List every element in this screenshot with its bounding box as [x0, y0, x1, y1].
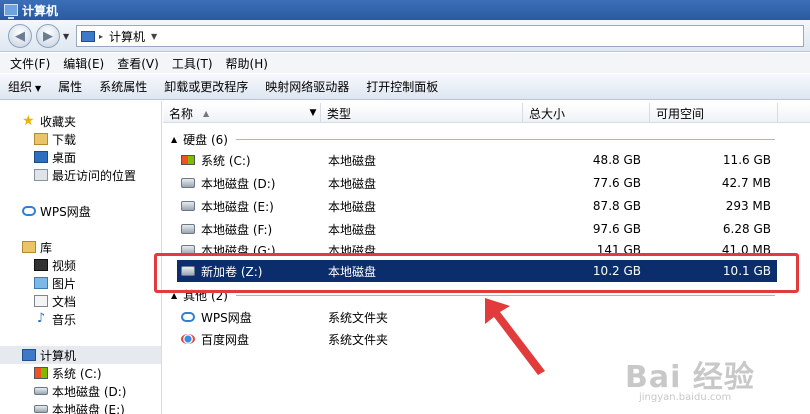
menu-bar: 文件(F) 编辑(E) 查看(V) 工具(T) 帮助(H)	[0, 53, 810, 73]
picture-icon	[34, 277, 48, 289]
uninstall-program-button[interactable]: 卸载或更改程序	[164, 78, 248, 95]
hard-drive-icon	[34, 405, 48, 413]
open-control-panel-button[interactable]: 打开控制面板	[366, 78, 438, 95]
menu-help[interactable]: 帮助(H)	[226, 55, 268, 72]
nav-computer[interactable]: 计算机	[0, 346, 161, 364]
cloud-icon	[181, 312, 195, 322]
menu-tools[interactable]: 工具(T)	[172, 55, 213, 72]
nav-libraries[interactable]: 库	[22, 238, 52, 256]
breadcrumb-dropdown-icon[interactable]: ▼	[151, 32, 157, 41]
drive-row-selected[interactable]: 新加卷 (Z:) 本地磁盘 10.2 GB 10.1 GB	[177, 260, 777, 282]
organize-button[interactable]: 组织 ▼	[8, 78, 41, 95]
drive-row[interactable]: 本地磁盘 (G:) 本地磁盘 141 GB 41.0 MB	[177, 239, 777, 255]
breadcrumb-computer[interactable]: 计算机	[109, 28, 145, 45]
drive-row[interactable]: 本地磁盘 (E:) 本地磁盘 87.8 GB 293 MB	[177, 195, 777, 217]
menu-view[interactable]: 查看(V)	[117, 55, 159, 72]
title-bar: 计算机	[0, 0, 810, 20]
column-free-space[interactable]: 可用空间	[650, 103, 778, 123]
drive-row[interactable]: 系统 (C:) 本地磁盘 48.8 GB 11.6 GB	[177, 149, 777, 171]
collapse-icon: ▲	[171, 134, 178, 144]
map-network-drive-button[interactable]: 映射网络驱动器	[265, 78, 349, 95]
properties-button[interactable]: 属性	[58, 78, 82, 95]
hard-drive-icon	[181, 178, 195, 188]
nav-drive-c[interactable]: 系统 (C:)	[34, 364, 102, 382]
computer-icon	[4, 4, 18, 19]
nav-drive-e[interactable]: 本地磁盘 (E:)	[34, 400, 125, 414]
window-title: 计算机	[22, 3, 59, 18]
download-folder-icon	[34, 133, 48, 145]
address-field[interactable]: ▸ 计算机 ▼	[76, 25, 804, 47]
other-row[interactable]: 百度网盘 系统文件夹	[177, 328, 777, 350]
nav-recent-places[interactable]: 最近访问的位置	[34, 166, 136, 184]
music-icon: ♪	[36, 311, 46, 326]
column-type[interactable]: 类型	[321, 103, 523, 123]
column-filter-dropdown-icon[interactable]: ▼	[306, 103, 320, 123]
hard-drive-icon	[181, 245, 195, 255]
hard-drive-icon	[34, 387, 48, 395]
sort-up-icon: ▲	[203, 108, 210, 118]
breadcrumb-separator-icon[interactable]: ▸	[99, 32, 103, 41]
nav-videos[interactable]: 视频	[34, 256, 76, 274]
document-icon	[34, 295, 48, 307]
baidu-jingyan-watermark: Bai 经验 jingyan.baidu.com	[625, 360, 755, 403]
nav-downloads[interactable]: 下载	[34, 130, 76, 148]
menu-file[interactable]: 文件(F)	[10, 55, 50, 72]
nav-music[interactable]: ♪ 音乐	[34, 310, 76, 328]
column-header: 名称 ▲ ▼ 类型 总大小 可用空间	[163, 103, 810, 123]
nav-pictures[interactable]: 图片	[34, 274, 76, 292]
collapse-icon: ▲	[171, 290, 178, 300]
chevron-down-icon: ▼	[35, 84, 42, 93]
cloud-icon	[22, 206, 36, 216]
recent-places-icon	[34, 169, 48, 181]
column-name[interactable]: 名称 ▲	[163, 103, 321, 123]
forward-button[interactable]: ▶	[36, 24, 60, 48]
nav-desktop[interactable]: 桌面	[34, 148, 76, 166]
group-header-hard-disks[interactable]: ▲ 硬盘 (6)	[163, 131, 810, 147]
nav-wps-drive[interactable]: WPS网盘	[22, 202, 91, 220]
hard-drive-icon	[181, 224, 195, 234]
command-bar: 组织 ▼ 属性 系统属性 卸载或更改程序 映射网络驱动器 打开控制面板	[0, 74, 810, 100]
nav-documents[interactable]: 文档	[34, 292, 76, 310]
column-total-size[interactable]: 总大小	[523, 103, 650, 123]
video-icon	[34, 259, 48, 271]
other-row[interactable]: WPS网盘 系统文件夹	[177, 306, 777, 328]
navigation-pane: ★ 收藏夹 下载 桌面 最近访问的位置 WPS网盘 库 视频 图片 文档 ♪ 音…	[0, 101, 162, 414]
menu-edit[interactable]: 编辑(E)	[63, 55, 104, 72]
drive-row[interactable]: 本地磁盘 (F:) 本地磁盘 97.6 GB 6.28 GB	[177, 218, 777, 240]
nav-drive-d[interactable]: 本地磁盘 (D:)	[34, 382, 126, 400]
history-dropdown-icon[interactable]: ▼	[63, 32, 69, 41]
hard-drive-icon	[181, 266, 195, 276]
nav-favorites[interactable]: ★ 收藏夹	[22, 112, 76, 130]
system-drive-icon	[181, 155, 195, 165]
star-icon: ★	[22, 113, 35, 129]
group-header-other[interactable]: ▲ 其他 (2)	[163, 287, 810, 303]
system-drive-icon	[34, 367, 48, 379]
computer-icon	[22, 349, 36, 361]
system-properties-button[interactable]: 系统属性	[99, 78, 147, 95]
computer-icon	[81, 30, 95, 42]
address-bar-area: ◀ ▶ ▼ ▸ 计算机 ▼	[0, 20, 810, 52]
baidu-netdisk-icon	[181, 334, 195, 344]
drive-row[interactable]: 本地磁盘 (D:) 本地磁盘 77.6 GB 42.7 MB	[177, 172, 777, 194]
desktop-icon	[34, 151, 48, 163]
library-icon	[22, 241, 36, 253]
back-button[interactable]: ◀	[8, 24, 32, 48]
hard-drive-icon	[181, 201, 195, 211]
